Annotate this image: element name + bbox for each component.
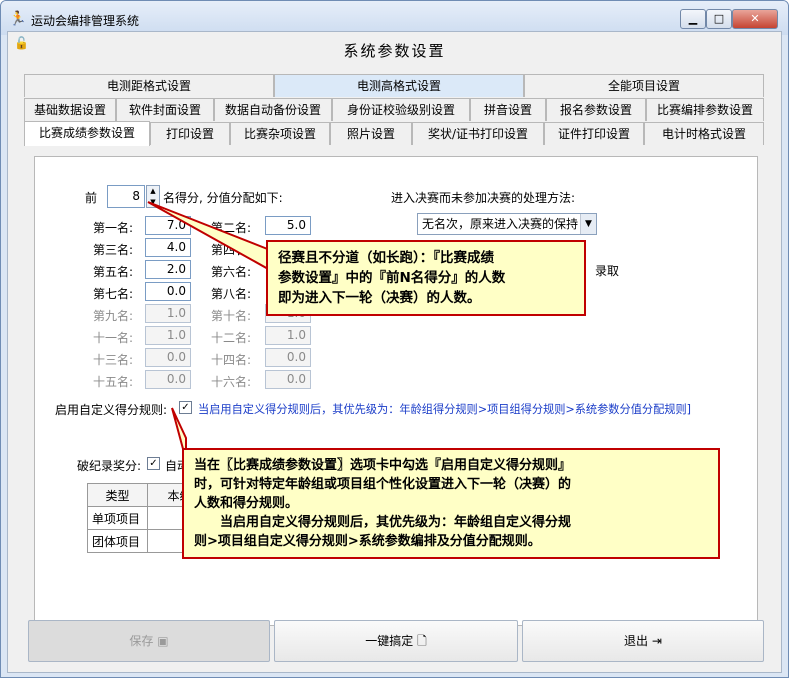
title-bar: 🏃 运动会编排管理系统 ▁ □ ✕ [1, 1, 788, 35]
save-label: 保存 [129, 634, 154, 648]
one-click-button[interactable]: 一键搞定 🗋 [274, 620, 518, 662]
place-value: 1.0 [145, 326, 191, 345]
custom-rule-checkbox[interactable]: ✓ [179, 401, 192, 414]
callout-line: 当在〖比赛成绩参数设置〗选项卡中勾选『启用自定义得分规则』 [194, 458, 572, 473]
place-value: 0.0 [265, 370, 311, 389]
tab-photo[interactable]: 照片设置 [330, 122, 412, 145]
place-label: 第八名: [211, 287, 252, 301]
place-label: 十二名: [211, 331, 252, 345]
tab-distance-format[interactable]: 电测距格式设置 [24, 74, 274, 97]
place-label: 第四名: [211, 243, 252, 257]
tab-scheduling[interactable]: 比赛编排参数设置 [646, 98, 764, 121]
maximize-button[interactable]: □ [706, 9, 732, 29]
custom-rule-label: 启用自定义得分规则: [55, 403, 168, 417]
place-label: 第九名: [93, 309, 134, 323]
record-bonus-label: 破纪录奖分: [77, 459, 142, 473]
final-handling-value: 无名次，原来进入决赛的保持 [422, 217, 579, 231]
top-n-spinner[interactable]: ▲ ▼ [146, 185, 160, 208]
place-value: 0.0 [265, 348, 311, 367]
place-value[interactable]: 4.0 [145, 238, 191, 257]
top-n-suffix: 名得分, 分值分配如下: [163, 191, 283, 205]
place-value[interactable]: 0.0 [145, 282, 191, 301]
tab-registration[interactable]: 报名参数设置 [546, 98, 646, 121]
minimize-button[interactable]: ▁ [680, 9, 706, 29]
final-handling-label: 进入决赛而未参加决赛的处理方法: [391, 191, 576, 205]
place-label: 第六名: [211, 265, 252, 279]
callout-line: 即为进入下一轮（决赛）的人数。 [278, 290, 481, 306]
callout-note-1: 径赛且不分道（如长跑）：『比赛成绩 参数设置』中的『前N名得分』的人数 即为进入… [266, 240, 586, 316]
place-label: 十四名: [211, 353, 252, 367]
place-value: 0.0 [145, 370, 191, 389]
callout-line: 当启用自定义得分规则后，其优先级为：年龄组自定义得分规 [194, 515, 572, 530]
close-button[interactable]: ✕ [732, 9, 778, 29]
place-label: 十五名: [93, 375, 134, 389]
table-cell: 单项项目 [87, 506, 148, 530]
tab-combined-events[interactable]: 全能项目设置 [524, 74, 764, 97]
tab-badge-print[interactable]: 证件打印设置 [544, 122, 644, 145]
spin-up-icon[interactable]: ▲ [147, 186, 159, 197]
spin-down-icon[interactable]: ▼ [147, 197, 159, 208]
callout-note-2: 当在〖比赛成绩参数设置〗选项卡中勾选『启用自定义得分规则』 时，可针对特定年龄组… [182, 448, 720, 559]
place-label: 第七名: [93, 287, 134, 301]
save-icon: ▣ [157, 634, 169, 648]
place-label: 十一名: [93, 331, 134, 345]
tab-height-format[interactable]: 电测高格式设置 [274, 74, 524, 97]
place-label: 第十名: [211, 309, 252, 323]
callout-line: 时，可针对特定年龄组或项目组个性化设置进入下一轮（决赛）的 [194, 477, 572, 492]
place-label: 第二名: [211, 221, 252, 235]
place-value: 0.0 [145, 348, 191, 367]
table-cell: 团体项目 [87, 529, 148, 553]
place-value[interactable]: 5.0 [265, 216, 311, 235]
exit-icon: ⇥ [651, 634, 662, 648]
tab-score-params[interactable]: 比赛成绩参数设置 [24, 121, 150, 146]
final-handling-tail: 录取 [595, 264, 620, 278]
tab-id-check[interactable]: 身份证校验级别设置 [332, 98, 470, 121]
page-title: 系统参数设置 [343, 42, 446, 60]
tab-pinyin[interactable]: 拼音设置 [470, 98, 546, 121]
client-area: 🔓 系统参数设置 电测距格式设置 电测高格式设置 全能项目设置 基础数据设置 软… [7, 31, 782, 673]
place-label: 第一名: [93, 221, 134, 235]
place-label: 第五名: [93, 265, 134, 279]
place-value: 1.0 [145, 304, 191, 323]
callout-line: 人数和得分规则。 [194, 496, 299, 511]
callout-line: 参数设置』中的『前N名得分』的人数 [278, 270, 506, 286]
tab-certificate-print[interactable]: 奖状/证书打印设置 [412, 122, 544, 145]
one-click-label: 一键搞定 [365, 634, 414, 648]
app-window: 🏃 运动会编排管理系统 ▁ □ ✕ 🔓 系统参数设置 电测距格式设置 电测高格式… [0, 0, 789, 678]
window-title: 运动会编排管理系统 [31, 14, 140, 28]
final-handling-select[interactable]: 无名次，原来进入决赛的保持 ▼ [417, 213, 597, 235]
exit-label: 退出 [624, 634, 649, 648]
place-value[interactable]: 7.0 [145, 216, 191, 235]
runner-app-icon: 🏃 [9, 11, 27, 27]
place-value[interactable]: 2.0 [145, 260, 191, 279]
tab-timing-format[interactable]: 电计时格式设置 [644, 122, 764, 145]
tab-print[interactable]: 打印设置 [150, 122, 230, 145]
table-header-cell: 类型 [87, 483, 148, 507]
place-label: 十六名: [211, 375, 252, 389]
callout-line: 径赛且不分道（如长跑）：『比赛成绩 [278, 250, 494, 266]
record-auto-checkbox[interactable]: ✓ [147, 457, 160, 470]
tab-misc[interactable]: 比赛杂项设置 [230, 122, 330, 145]
exit-button[interactable]: 退出 ⇥ [522, 620, 764, 662]
tab-cover[interactable]: 软件封面设置 [116, 98, 214, 121]
chevron-down-icon[interactable]: ▼ [580, 214, 596, 234]
save-button[interactable]: 保存 ▣ [28, 620, 270, 662]
top-n-prefix: 前 [85, 191, 98, 205]
callout-line: 则>项目组自定义得分规则>系统参数编排及分值分配规则。 [194, 534, 541, 549]
place-label: 十三名: [93, 353, 134, 367]
tab-auto-backup[interactable]: 数据自动备份设置 [214, 98, 332, 121]
place-label: 第三名: [93, 243, 134, 257]
top-n-input[interactable]: 8 [107, 185, 145, 208]
tab-basic-data[interactable]: 基础数据设置 [24, 98, 116, 121]
place-value: 1.0 [265, 326, 311, 345]
document-icon: 🗋 [417, 634, 427, 648]
custom-rule-hint: 当启用自定义得分规则后，其优先级为：年龄组得分规则>项目组得分规则>系统参数分值… [198, 403, 691, 416]
